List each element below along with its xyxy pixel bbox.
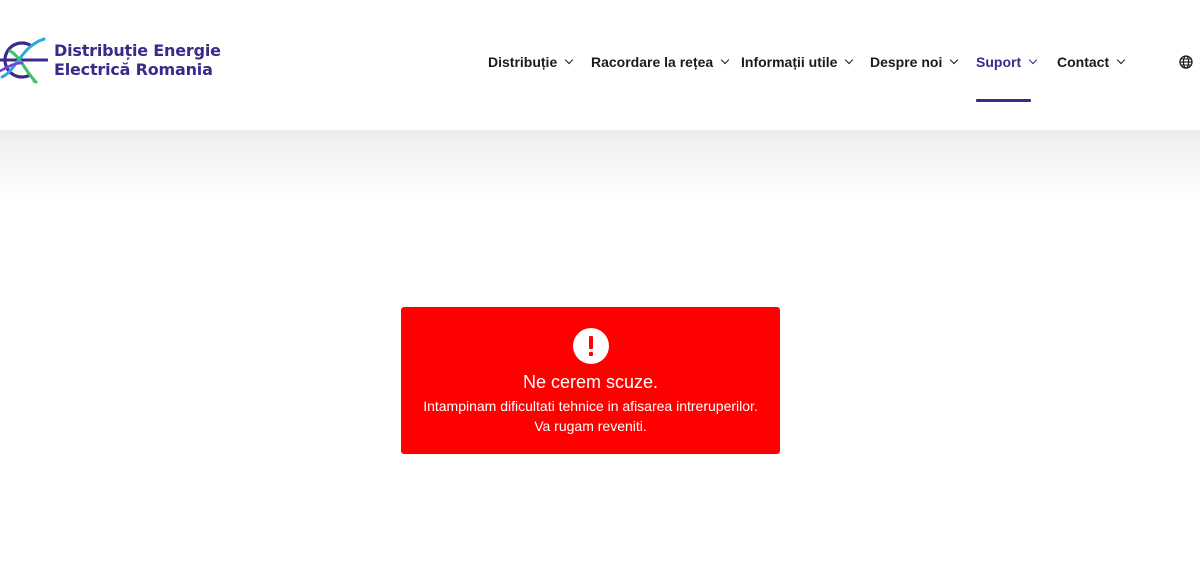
nav-item-label: Despre noi [870, 54, 943, 70]
nav-item-informatii[interactable]: Informații utile [741, 52, 854, 72]
nav-item-distributie[interactable]: Distribuție [488, 52, 574, 72]
nav-item-despre-noi[interactable]: Despre noi [870, 52, 959, 72]
nav-item-label: Racordare la rețea [591, 54, 714, 70]
nav-active-indicator [976, 99, 1031, 102]
exclamation-icon [573, 328, 609, 364]
error-alert: Ne cerem scuze. Intampinam dificultati t… [401, 307, 780, 454]
chevron-down-icon [720, 55, 730, 65]
main-nav: Distribuție Racordare la rețea Informați… [0, 0, 1200, 130]
chevron-down-icon [950, 55, 959, 65]
header-shadow [0, 130, 1200, 200]
chevron-down-icon [1028, 55, 1038, 65]
chevron-down-icon [1116, 55, 1126, 65]
chevron-down-icon [564, 55, 574, 65]
nav-item-contact[interactable]: Contact [1057, 52, 1126, 72]
nav-item-label: Contact [1057, 54, 1110, 70]
error-message-line2: Va rugam reveniti. [534, 418, 647, 434]
nav-item-label: Distribuție [488, 54, 558, 70]
nav-item-racordare[interactable]: Racordare la rețea [591, 52, 730, 72]
site-header: Distribuție Energie Electrică Romania Di… [0, 0, 1200, 130]
error-title: Ne cerem scuze. [522, 372, 659, 392]
nav-item-label: Informații utile [741, 54, 838, 70]
globe-icon[interactable] [1179, 55, 1193, 69]
chevron-down-icon [845, 55, 854, 65]
nav-item-label: Suport [976, 54, 1022, 70]
error-message-line1: Intampinam dificultati tehnice in afisar… [423, 398, 758, 414]
nav-item-suport[interactable]: Suport [976, 52, 1038, 72]
